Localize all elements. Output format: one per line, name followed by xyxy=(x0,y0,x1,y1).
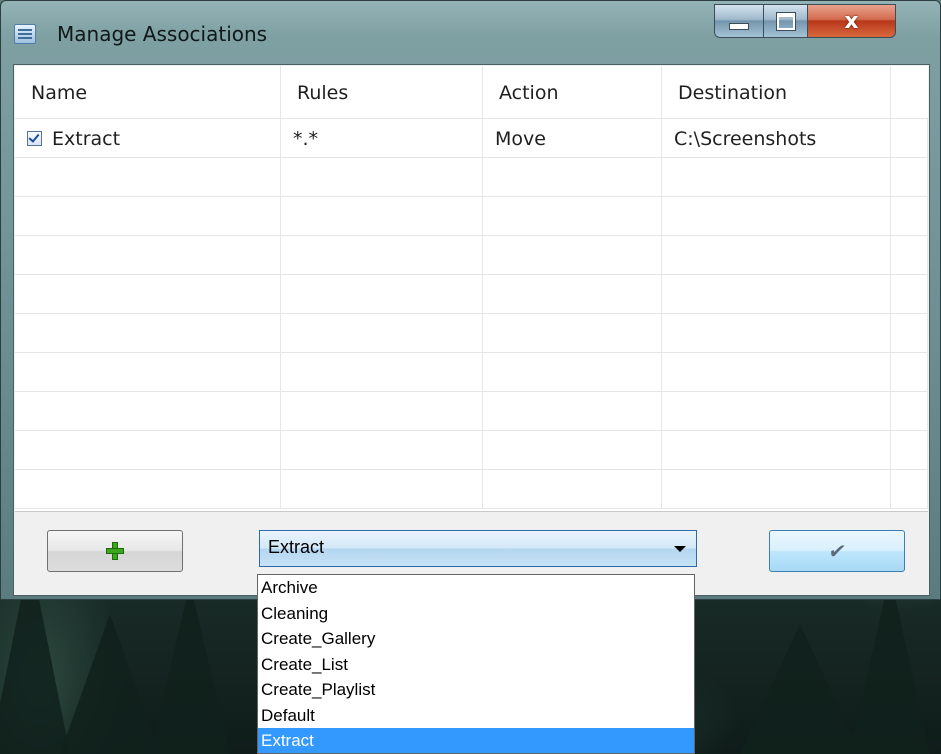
table-row-empty xyxy=(15,197,928,236)
checkmark-icon: ✔ xyxy=(826,539,848,563)
column-header-name[interactable]: Name xyxy=(15,66,281,118)
associations-grid[interactable]: Name Rules Action Destination Extract *.… xyxy=(15,66,928,512)
combobox-dropdown-list[interactable]: Archive Cleaning Create_Gallery Create_L… xyxy=(257,574,695,754)
table-row-empty xyxy=(15,392,928,431)
tree-silhouette xyxy=(150,584,230,754)
table-row-empty xyxy=(15,470,928,509)
column-header-rules[interactable]: Rules xyxy=(281,66,483,118)
dropdown-option-extract[interactable]: Extract xyxy=(258,728,694,753)
add-association-button[interactable] xyxy=(47,530,183,572)
dropdown-option-create-gallery[interactable]: Create_Gallery xyxy=(258,626,694,652)
minimize-button[interactable] xyxy=(714,4,764,38)
cell-filler xyxy=(891,119,928,157)
tree-silhouette xyxy=(850,574,930,754)
column-header-destination[interactable]: Destination xyxy=(662,66,891,118)
cell-action: Move xyxy=(483,119,662,157)
dropdown-option-create-playlist[interactable]: Create_Playlist xyxy=(258,677,694,703)
association-combobox[interactable]: Extract xyxy=(259,530,697,567)
plus-icon xyxy=(106,542,124,560)
column-header-action[interactable]: Action xyxy=(483,66,662,118)
confirm-button[interactable]: ✔ xyxy=(769,530,905,572)
tree-silhouette xyxy=(60,614,160,754)
close-icon: x xyxy=(844,8,859,34)
cell-name: Extract xyxy=(15,119,281,157)
manage-associations-window: Manage Associations x Name Rules Action … xyxy=(0,0,941,600)
table-row-empty xyxy=(15,353,928,392)
maximize-button[interactable] xyxy=(764,4,808,38)
tree-silhouette xyxy=(740,624,860,754)
dropdown-option-create-list[interactable]: Create_List xyxy=(258,652,694,678)
list-window-icon xyxy=(14,24,36,44)
table-row-empty xyxy=(15,158,928,197)
table-row-empty xyxy=(15,431,928,470)
table-row[interactable]: Extract *.* Move C:\Screenshots xyxy=(15,119,928,158)
table-row-empty xyxy=(15,275,928,314)
window-controls: x xyxy=(714,4,896,40)
cell-destination: C:\Screenshots xyxy=(662,119,891,157)
maximize-icon xyxy=(776,12,795,30)
minimize-icon xyxy=(729,22,749,30)
column-header-filler xyxy=(891,66,928,118)
dropdown-option-default[interactable]: Default xyxy=(258,703,694,729)
row-name-text: Extract xyxy=(52,128,121,150)
window-title: Manage Associations xyxy=(57,22,268,46)
cell-rules: *.* xyxy=(281,119,483,157)
dropdown-option-cleaning[interactable]: Cleaning xyxy=(258,601,694,627)
client-area: Name Rules Action Destination Extract *.… xyxy=(13,64,930,596)
grid-header: Name Rules Action Destination xyxy=(15,66,928,119)
row-enabled-checkbox[interactable] xyxy=(27,130,42,146)
combobox-selected-value: Extract xyxy=(268,537,325,557)
table-row-empty xyxy=(15,236,928,275)
chevron-down-icon[interactable] xyxy=(674,546,686,552)
dropdown-option-archive[interactable]: Archive xyxy=(258,575,694,601)
close-button[interactable]: x xyxy=(808,4,896,38)
table-row-empty xyxy=(15,314,928,353)
